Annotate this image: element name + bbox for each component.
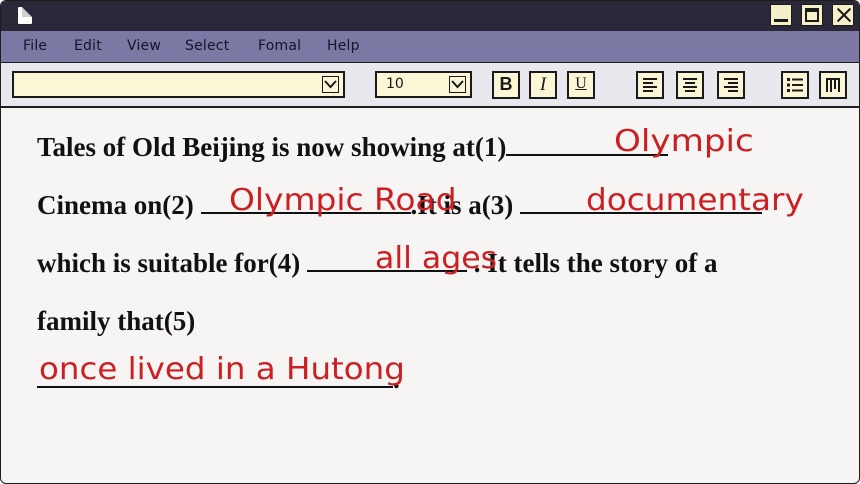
title-bar[interactable]: [1, 1, 859, 31]
sentence-text: Cinema on(2): [37, 190, 194, 220]
answer-1: Olympic: [614, 124, 754, 159]
minimize-button[interactable]: [770, 4, 792, 26]
italic-button[interactable]: I: [529, 71, 557, 99]
minimize-icon: [774, 19, 788, 22]
sentence-text: . It tells the story of a: [473, 248, 718, 278]
paragraph-line-4: family that(5): [37, 306, 195, 337]
bold-icon: B: [499, 74, 513, 94]
underline-icon: U: [575, 75, 587, 92]
menu-format[interactable]: Fomal: [258, 38, 301, 54]
align-left-icon: [643, 78, 657, 92]
answer-4: all ages: [375, 241, 498, 276]
paragraph-line-1: Tales of Old Beijing is now showing at(1…: [37, 132, 669, 163]
underline-button[interactable]: U: [567, 71, 595, 99]
chevron-down-icon[interactable]: [322, 76, 339, 93]
align-center-button[interactable]: [676, 71, 704, 99]
editor-window: File Edit View Select Fomal Help 10 B I …: [0, 0, 860, 484]
columns-icon: [826, 78, 840, 92]
bullet-list-button[interactable]: [781, 71, 809, 99]
close-button[interactable]: [832, 4, 854, 26]
align-center-icon: [683, 78, 697, 92]
sentence-text: family that(5): [37, 306, 196, 336]
formatting-toolbar: 10 B I U: [1, 63, 859, 108]
columns-button[interactable]: [819, 71, 847, 99]
sentence-text: Tales of Old Beijing is now showing at(1…: [37, 132, 507, 162]
font-size-value: 10: [386, 76, 404, 92]
maximize-icon: [805, 8, 819, 22]
font-family-select[interactable]: [12, 71, 345, 98]
answer-5: once lived in a Hutong: [39, 352, 405, 387]
document-icon: [18, 7, 32, 24]
sentence-text: which is suitable for(4): [37, 248, 301, 278]
menu-view[interactable]: View: [127, 38, 161, 54]
chevron-down-icon[interactable]: [449, 76, 466, 93]
italic-icon: I: [539, 74, 547, 95]
menu-select[interactable]: Select: [185, 38, 229, 54]
align-right-icon: [724, 78, 738, 92]
answer-3: documentary: [586, 183, 804, 218]
menu-file[interactable]: File: [23, 38, 47, 54]
bold-button[interactable]: B: [492, 71, 520, 99]
menu-edit[interactable]: Edit: [74, 38, 102, 54]
menu-bar: File Edit View Select Fomal Help: [1, 31, 859, 63]
align-left-button[interactable]: [636, 71, 664, 99]
answer-2: Olympic Road: [229, 183, 457, 218]
font-size-select[interactable]: 10: [375, 71, 472, 98]
bullet-list-icon: [787, 78, 803, 92]
align-right-button[interactable]: [717, 71, 745, 99]
menu-help[interactable]: Help: [327, 38, 360, 54]
maximize-button[interactable]: [801, 4, 823, 26]
document-area[interactable]: Tales of Old Beijing is now showing at(1…: [1, 108, 859, 483]
